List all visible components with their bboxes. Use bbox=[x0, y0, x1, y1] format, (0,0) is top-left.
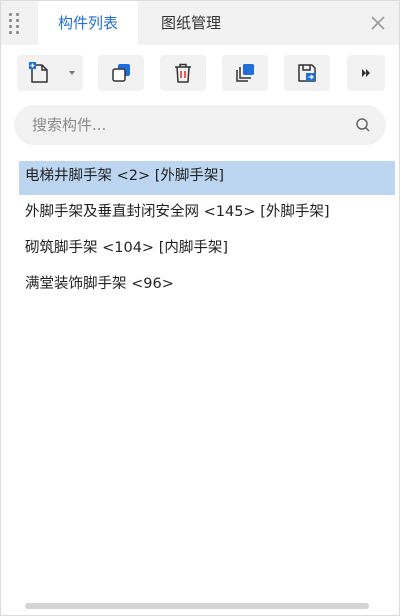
item-name: 砌筑脚手架 bbox=[25, 240, 98, 256]
component-list-panel: 构件列表 图纸管理 搜索构件... 电梯井脚手架 <2> [外脚手架] 外脚手架… bbox=[0, 0, 400, 616]
copy-to-layer-icon bbox=[233, 61, 257, 85]
save-as-button[interactable] bbox=[284, 55, 330, 91]
item-count: <2> bbox=[116, 168, 151, 184]
delete-button[interactable] bbox=[160, 55, 206, 91]
copy-button[interactable] bbox=[98, 55, 144, 91]
chevron-down-icon[interactable] bbox=[68, 69, 76, 77]
item-category: [外脚手架] bbox=[260, 204, 330, 220]
tab-bar: 构件列表 图纸管理 bbox=[1, 1, 399, 45]
item-category: [外脚手架] bbox=[154, 168, 225, 184]
item-name: 满堂装饰脚手架 bbox=[25, 276, 127, 292]
list-item[interactable]: 电梯井脚手架 <2> [外脚手架] bbox=[19, 161, 395, 195]
item-count: <104> bbox=[102, 240, 155, 256]
new-component-button[interactable] bbox=[17, 55, 83, 91]
item-category: [内脚手架] bbox=[158, 240, 229, 256]
tab-drawing-management[interactable]: 图纸管理 bbox=[141, 1, 241, 45]
search-box bbox=[14, 105, 386, 145]
item-count: <145> bbox=[203, 204, 256, 220]
new-document-icon bbox=[27, 61, 51, 85]
more-button[interactable] bbox=[347, 55, 385, 91]
copy-to-layer-button[interactable] bbox=[222, 55, 268, 91]
delete-icon bbox=[171, 61, 195, 85]
item-count: <96> bbox=[131, 276, 174, 292]
horizontal-scrollbar[interactable] bbox=[25, 603, 369, 609]
list-item[interactable]: 外脚手架及垂直封闭安全网 <145> [外脚手架] bbox=[19, 197, 395, 231]
more-icon bbox=[359, 66, 373, 80]
item-name: 外脚手架及垂直封闭安全网 bbox=[25, 204, 199, 220]
tab-component-list[interactable]: 构件列表 bbox=[38, 1, 138, 45]
item-name: 电梯井脚手架 bbox=[25, 168, 112, 184]
copy-icon bbox=[109, 61, 133, 85]
search-input[interactable] bbox=[14, 105, 344, 145]
search-icon[interactable] bbox=[355, 117, 371, 137]
toolbar bbox=[1, 51, 399, 95]
component-list: 电梯井脚手架 <2> [外脚手架] 外脚手架及垂直封闭安全网 <145> [外脚… bbox=[19, 161, 395, 305]
list-item[interactable]: 满堂装饰脚手架 <96> bbox=[19, 269, 395, 303]
save-as-icon bbox=[295, 61, 319, 85]
drag-handle-icon[interactable] bbox=[9, 13, 21, 34]
close-icon[interactable] bbox=[367, 12, 389, 34]
list-item[interactable]: 砌筑脚手架 <104> [内脚手架] bbox=[19, 233, 395, 267]
